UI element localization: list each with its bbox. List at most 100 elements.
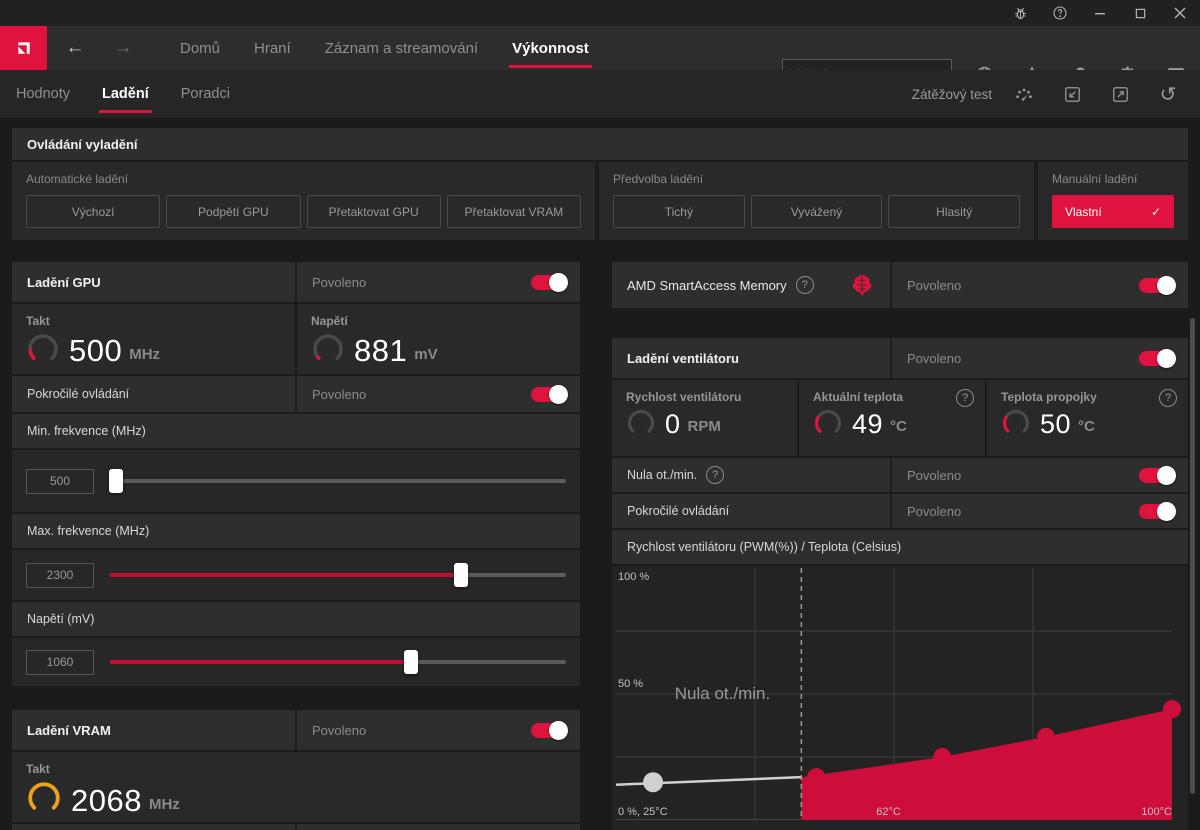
junction-temp-value: 50 xyxy=(1040,411,1071,438)
subtab-poradci[interactable]: Poradci xyxy=(165,70,246,118)
fan-enabled-label: Povoleno xyxy=(892,351,1139,366)
gpu-voltage-value: 881 xyxy=(354,335,407,366)
gpu-volt-input[interactable] xyxy=(26,650,94,675)
min-freq-input[interactable] xyxy=(26,469,94,494)
max-freq-track[interactable] xyxy=(110,573,566,577)
zero-rpm-point[interactable] xyxy=(643,772,663,792)
fan-temp-value: 49 xyxy=(852,411,883,438)
gpu-enabled-toggle[interactable] xyxy=(531,275,566,290)
back-arrow-button[interactable]: ← xyxy=(51,37,99,59)
max-freq-handle[interactable] xyxy=(454,563,468,587)
minimize-button[interactable] xyxy=(1080,0,1120,26)
gpu-clock-value: 500 xyxy=(69,335,122,366)
vram-panel-title: Ladění VRAM xyxy=(12,723,111,738)
gpu-enabled-label: Povoleno xyxy=(297,275,531,290)
tab-domu[interactable]: Domů xyxy=(163,26,237,70)
max-freq-input[interactable] xyxy=(26,563,94,588)
preset-balanced-button[interactable]: Vyvážený xyxy=(751,195,883,228)
undervolt-gpu-button[interactable]: Podpětí GPU xyxy=(166,195,300,228)
fan-curve-point[interactable] xyxy=(1163,700,1181,718)
sam-help-icon[interactable]: ? xyxy=(796,276,814,294)
gpu-advanced-enabled-label: Povoleno xyxy=(297,387,531,402)
gpu-clock-gauge-icon xyxy=(26,332,60,366)
preset-tuning-group: Předvolba ladění Tichý Vyvážený Hlasitý xyxy=(599,162,1034,240)
forward-arrow-button[interactable]: → xyxy=(99,37,147,59)
ytick-50: 50 % xyxy=(618,678,643,690)
auto-default-button[interactable]: Výchozí xyxy=(26,195,160,228)
xtick-62: 62°C xyxy=(876,806,901,818)
check-icon: ✓ xyxy=(1151,205,1161,219)
gpu-voltage-gauge-icon xyxy=(311,332,345,366)
fan-advanced-label: Pokročilé ovládání xyxy=(612,504,729,518)
gpu-advanced-toggle[interactable] xyxy=(531,387,566,402)
vram-clock-gauge-icon xyxy=(26,780,62,816)
gpu-volt-handle[interactable] xyxy=(404,650,418,674)
amd-logo[interactable] xyxy=(0,26,47,70)
fan-enabled-toggle[interactable] xyxy=(1139,351,1174,366)
fan-curve-point[interactable] xyxy=(933,748,951,766)
fan-chart-title: Rychlost ventilátoru (PWM(%)) / Teplota … xyxy=(612,540,901,554)
vram-clock-unit: MHz xyxy=(149,796,180,813)
subtab-ladeni[interactable]: Ladění xyxy=(86,70,165,118)
report-bug-icon[interactable] xyxy=(1000,0,1040,26)
vram-clock-value: 2068 xyxy=(71,785,142,816)
manual-custom-button[interactable]: Vlastní ✓ xyxy=(1052,195,1174,228)
sam-title: AMD SmartAccess Memory xyxy=(612,278,787,293)
titlebar xyxy=(0,0,1200,26)
sam-enabled-label: Povoleno xyxy=(892,278,1139,293)
vram-clock-cell: Takt 2068 MHz xyxy=(12,752,580,822)
fan-temp-cell: ? Aktuální teplota 49 °C xyxy=(799,380,985,456)
fan-speed-gauge-icon xyxy=(626,408,656,438)
help-icon[interactable] xyxy=(1040,0,1080,26)
zero-rpm-toggle[interactable] xyxy=(1139,468,1174,483)
tab-vykonnost[interactable]: Výkonnost xyxy=(495,26,606,70)
gpu-clock-unit: MHz xyxy=(129,346,160,363)
fan-tuning-panel: Ladění ventilátoru Povoleno Rychlost ven… xyxy=(612,338,1188,830)
fan-curve-point[interactable] xyxy=(807,768,825,786)
vram-enabled-toggle[interactable] xyxy=(531,723,566,738)
fan-advanced-enabled-label: Povoleno xyxy=(892,504,1139,519)
fan-advanced-toggle[interactable] xyxy=(1139,504,1174,519)
tab-zaznam[interactable]: Záznam a streamování xyxy=(308,26,495,70)
reset-icon[interactable]: ↺ xyxy=(1144,70,1192,118)
close-button[interactable] xyxy=(1160,0,1200,26)
manual-custom-label: Vlastní xyxy=(1065,205,1102,219)
fan-speed-label: Rychlost ventilátoru xyxy=(626,390,797,404)
gpu-volt-track[interactable] xyxy=(110,660,566,664)
min-freq-handle[interactable] xyxy=(109,469,123,493)
gpu-tuning-panel: Ladění GPU Povoleno Takt 500 MHz Napětí … xyxy=(12,262,580,686)
gpu-panel-title: Ladění GPU xyxy=(12,275,101,290)
load-profile-icon[interactable] xyxy=(1048,70,1096,118)
temp-help-icon[interactable]: ? xyxy=(956,389,974,407)
overclock-gpu-button[interactable]: Přetaktovat GPU xyxy=(307,195,441,228)
max-freq-slider xyxy=(12,563,580,588)
preset-loud-button[interactable]: Hlasitý xyxy=(888,195,1020,228)
zero-rpm-label: Nula ot./min. xyxy=(612,468,697,482)
subtab-hodnoty[interactable]: Hodnoty xyxy=(0,70,86,118)
min-freq-label: Min. frekvence (MHz) xyxy=(12,424,146,438)
min-freq-track[interactable] xyxy=(110,479,566,483)
junction-help-icon[interactable]: ? xyxy=(1159,389,1177,407)
manual-tuning-group: Manuální ladění Vlastní ✓ xyxy=(1038,162,1188,240)
maximize-button[interactable] xyxy=(1120,0,1160,26)
share-profile-icon[interactable] xyxy=(1096,70,1144,118)
min-freq-slider xyxy=(12,469,580,494)
zero-rpm-help-icon[interactable]: ? xyxy=(706,466,724,484)
stress-test-gauge-icon[interactable] xyxy=(1000,70,1048,118)
tab-hrani[interactable]: Hraní xyxy=(237,26,308,70)
zero-rpm-enabled-label: Povoleno xyxy=(892,468,1139,483)
sam-panel: AMD SmartAccess Memory ? Povoleno xyxy=(612,262,1188,308)
junction-temp-unit: °C xyxy=(1078,418,1095,435)
panel-title: Ovládání vyladění xyxy=(12,137,138,152)
vertical-scrollbar[interactable] xyxy=(1190,318,1195,794)
overclock-vram-button[interactable]: Přetaktovat VRAM xyxy=(447,195,581,228)
fan-curve-chart[interactable]: 100 %50 %0 %, 25°C62°C100°CNula ot./min. xyxy=(612,566,1188,830)
vram-clock-label: Takt xyxy=(26,762,580,776)
sam-enabled-toggle[interactable] xyxy=(1139,278,1174,293)
fan-temp-unit: °C xyxy=(890,418,907,435)
corner-tick: 0 %, 25°C xyxy=(618,806,668,818)
preset-quiet-button[interactable]: Tichý xyxy=(613,195,745,228)
gpu-advanced-label: Pokročilé ovládání xyxy=(12,387,129,401)
fan-curve-point[interactable] xyxy=(1037,728,1055,746)
main-navbar: ← → Domů Hraní Záznam a streamování Výko… xyxy=(0,26,1200,70)
